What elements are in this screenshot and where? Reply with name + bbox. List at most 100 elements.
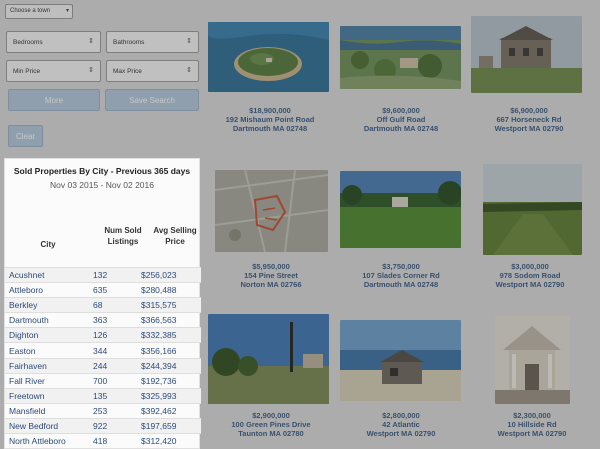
- num-listings-cell: 635: [91, 282, 141, 298]
- avg-price-cell: $392,462: [141, 402, 201, 419]
- table-row: Acushnet 132 $256,023: [5, 266, 201, 283]
- listing-caption-8[interactable]: $2,800,000 42 Atlantic Westport MA 02790: [331, 411, 471, 438]
- table-row: Dartmouth 363 $366,563: [5, 312, 201, 328]
- num-listings-cell: 68: [91, 297, 141, 313]
- listing-city: Westport MA 02790: [495, 280, 565, 289]
- table-row: North Attleboro 418 $312,420: [5, 433, 201, 449]
- listing-caption-3[interactable]: $6,900,000 667 Horseneck Rd Westport MA …: [459, 106, 599, 133]
- city-cell[interactable]: Dighton: [5, 327, 91, 343]
- listing-price: $3,750,000: [382, 262, 420, 271]
- listing-price: $18,900,000: [249, 106, 291, 115]
- listing-address: 154 Pine Street: [244, 271, 298, 280]
- listing-price: $6,900,000: [510, 106, 548, 115]
- avg-price-cell: $280,488: [141, 282, 201, 298]
- listing-caption-2[interactable]: $9,600,000 Off Gulf Road Dartmouth MA 02…: [331, 106, 471, 133]
- table-row: Dighton 126 $332,385: [5, 327, 201, 343]
- header-num-listings: Num Sold Listings: [104, 226, 142, 246]
- sold-stats-panel: Sold Properties By City - Previous 365 d…: [4, 158, 201, 449]
- max-price-label: Max Price: [113, 68, 142, 75]
- avg-price-cell: $197,659: [141, 417, 201, 434]
- bathrooms-label: Bathrooms: [113, 39, 145, 46]
- listing-photo-2[interactable]: [340, 26, 461, 89]
- stats-title: Sold Properties By City - Previous 365 d…: [13, 166, 191, 176]
- listing-photo-8[interactable]: [340, 320, 461, 401]
- city-cell[interactable]: Berkley: [5, 297, 91, 313]
- num-listings-cell: 132: [91, 266, 141, 283]
- listing-caption-6[interactable]: $3,000,000 978 Sodom Road Westport MA 02…: [460, 262, 600, 289]
- avg-price-cell: $325,993: [141, 387, 201, 404]
- listing-price: $2,900,000: [252, 411, 290, 420]
- avg-price-cell: $192,736: [141, 372, 201, 389]
- city-cell[interactable]: Fall River: [5, 372, 91, 389]
- listing-price: $2,800,000: [382, 411, 420, 420]
- listing-price: $9,600,000: [382, 106, 420, 115]
- stats-date-range: Nov 03 2015 - Nov 02 2016: [50, 180, 154, 190]
- clear-button[interactable]: Clear: [8, 125, 43, 147]
- num-listings-cell: 135: [91, 387, 141, 404]
- town-select-label: Choose a town: [10, 8, 51, 14]
- city-cell[interactable]: North Attleboro: [5, 433, 91, 449]
- listing-price: $3,000,000: [511, 262, 549, 271]
- town-select[interactable]: Choose a town ▾: [5, 4, 73, 19]
- city-cell[interactable]: Attleboro: [5, 282, 91, 298]
- city-cell[interactable]: Freetown: [5, 387, 91, 404]
- more-button[interactable]: More: [8, 89, 100, 111]
- listing-caption-7[interactable]: $2,900,000 100 Green Pines Drive Taunton…: [201, 411, 341, 438]
- listing-photo-4[interactable]: [215, 170, 328, 252]
- table-row: Fairhaven 244 $244,394: [5, 357, 201, 374]
- listing-photo-6[interactable]: [483, 164, 582, 255]
- bedrooms-dropdown[interactable]: Bedrooms ⇕: [6, 31, 101, 53]
- avg-price-cell: $356,166: [141, 342, 201, 359]
- avg-price-cell: $332,385: [141, 327, 201, 343]
- listing-city: Westport MA 02790: [366, 429, 436, 438]
- num-listings-cell: 253: [91, 402, 141, 419]
- listing-address: 10 Hillside Rd: [507, 420, 557, 429]
- listing-photo-1[interactable]: [208, 22, 329, 92]
- city-cell[interactable]: Fairhaven: [5, 357, 91, 374]
- stats-table-header: City Num Sold Listings Avg Selling Price: [5, 217, 201, 269]
- listing-caption-5[interactable]: $3,750,000 107 Slades Corner Rd Dartmout…: [331, 262, 471, 289]
- listing-photo-5[interactable]: [340, 171, 461, 248]
- avg-price-cell: $315,575: [141, 297, 201, 313]
- listing-caption-4[interactable]: $5,950,000 154 Pine Street Norton MA 027…: [201, 262, 341, 289]
- listing-address: 978 Sodom Road: [499, 271, 561, 280]
- listing-address: 42 Atlantic: [382, 420, 420, 429]
- listing-address: 667 Horseneck Rd: [496, 115, 562, 124]
- save-search-button[interactable]: Save Search: [105, 89, 199, 111]
- city-cell[interactable]: Easton: [5, 342, 91, 359]
- listing-photo-7[interactable]: [208, 314, 329, 404]
- listing-price: $2,300,000: [513, 411, 551, 420]
- min-price-dropdown[interactable]: Min Price ⇕: [6, 60, 101, 82]
- updown-icon: ⇕: [88, 67, 94, 74]
- table-row: Attleboro 635 $280,488: [5, 282, 201, 298]
- listing-city: Taunton MA 02780: [238, 429, 304, 438]
- table-row: Freetown 135 $325,993: [5, 387, 201, 404]
- header-city: City: [40, 240, 56, 249]
- city-cell[interactable]: Acushnet: [5, 266, 91, 283]
- num-listings-cell: 126: [91, 327, 141, 343]
- listing-caption-1[interactable]: $18,900,000 192 Mishaum Point Road Dartm…: [200, 106, 340, 133]
- table-row: New Bedford 922 $197,659: [5, 417, 201, 434]
- num-listings-cell: 344: [91, 342, 141, 359]
- min-price-label: Min Price: [13, 68, 41, 75]
- header-avg-price: Avg Selling Price: [153, 226, 197, 246]
- bathrooms-dropdown[interactable]: Bathrooms ⇕: [106, 31, 199, 53]
- avg-price-cell: $312,420: [141, 433, 201, 449]
- city-cell[interactable]: Mansfield: [5, 402, 91, 419]
- city-cell[interactable]: Dartmouth: [5, 312, 91, 328]
- avg-price-cell: $244,394: [141, 357, 201, 374]
- listing-city: Westport MA 02790: [494, 124, 564, 133]
- listing-city: Westport MA 02790: [497, 429, 567, 438]
- chevron-down-icon: ▾: [65, 8, 69, 14]
- max-price-dropdown[interactable]: Max Price ⇕: [106, 60, 199, 82]
- listing-photo-3[interactable]: [471, 16, 582, 93]
- listing-caption-9[interactable]: $2,300,000 10 Hillside Rd Westport MA 02…: [462, 411, 600, 438]
- city-cell[interactable]: New Bedford: [5, 417, 91, 434]
- listing-address: Off Gulf Road: [376, 115, 426, 124]
- num-listings-cell: 700: [91, 372, 141, 389]
- listing-city: Dartmouth MA 02748: [363, 124, 439, 133]
- table-row: Berkley 68 $315,575: [5, 297, 201, 313]
- listing-photo-9[interactable]: [495, 316, 570, 404]
- num-listings-cell: 418: [91, 433, 141, 449]
- stats-table: Acushnet 132 $256,023 Attleboro 635 $280,488 B…: [5, 266, 201, 449]
